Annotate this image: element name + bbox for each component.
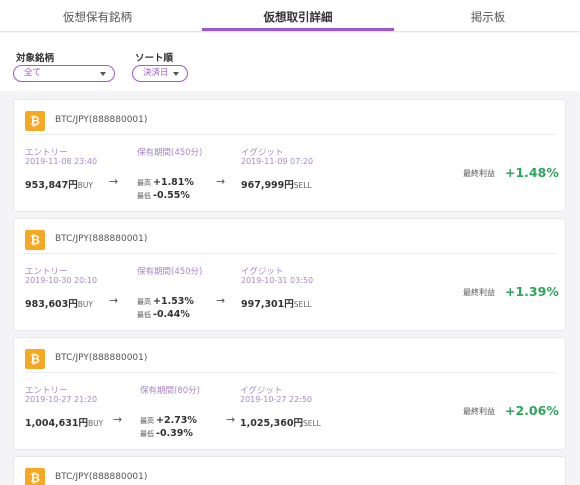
trade-card[interactable]: ₿ BTC/JPY(888880001) — [13, 456, 566, 485]
exit-date: 2019-10-31 03:50 — [241, 276, 314, 285]
entry-price: 953,847円BUY — [25, 180, 93, 191]
arrow-right-icon: → — [109, 294, 119, 307]
sort-filter-label: ソート順 — [135, 53, 174, 64]
entry-date: 2019-10-27 21:20 — [25, 395, 98, 404]
final-profit-value: +1.48% — [505, 165, 559, 180]
target-select-value: 全て — [24, 68, 42, 78]
entry-price: 1,004,631円BUY — [25, 418, 104, 429]
trade-card[interactable]: ₿ BTC/JPY(888880001) エントリー 2019-10-27 21… — [13, 337, 566, 450]
tab-board[interactable]: 掲示板 — [396, 0, 580, 32]
final-profit-value: +2.06% — [505, 403, 559, 418]
exit-date: 2019-10-27 22:50 — [240, 395, 313, 404]
trade-pair: BTC/JPY(888880001) — [55, 115, 148, 125]
trade-pair: BTC/JPY(888880001) — [55, 234, 148, 244]
sort-select[interactable]: 決済日 — [132, 65, 188, 82]
card-divider — [25, 134, 556, 135]
holding-period-label: 保有期間(450分) — [137, 148, 203, 158]
arrow-right-icon: → — [216, 294, 226, 307]
high-change: 最高 +1.53% — [137, 296, 194, 307]
card-divider — [25, 253, 556, 254]
entry-price: 983,603円BUY — [25, 299, 93, 310]
caret-down-icon — [100, 72, 106, 76]
entry-date: 2019-10-30 20:10 — [25, 276, 98, 285]
sort-select-value: 決済日 — [143, 68, 169, 78]
bitcoin-icon: ₿ — [25, 349, 45, 369]
filter-panel — [0, 33, 580, 91]
trade-card[interactable]: ₿ BTC/JPY(888880001) エントリー 2019-10-30 20… — [13, 218, 566, 331]
arrow-right-icon: → — [216, 175, 226, 188]
tab-holdings[interactable]: 仮想保有銘柄 — [0, 0, 195, 32]
card-divider — [25, 372, 556, 373]
target-filter-label: 対象銘柄 — [16, 53, 55, 64]
final-profit-label: 最終利益 — [463, 169, 495, 178]
arrow-right-icon: → — [109, 175, 119, 188]
active-tab-indicator — [202, 28, 394, 31]
low-change: 最低 -0.39% — [140, 428, 193, 439]
holding-period-label: 保有期間(80分) — [140, 386, 200, 396]
exit-price: 967,999円SELL — [241, 180, 312, 191]
holding-period-label: 保有期間(450分) — [137, 267, 203, 277]
trade-pair: BTC/JPY(888880001) — [55, 353, 148, 363]
exit-price: 997,301円SELL — [241, 299, 312, 310]
final-profit-value: +1.39% — [505, 284, 559, 299]
high-change: 最高 +1.81% — [137, 177, 194, 188]
exit-price: 1,025,360円SELL — [240, 418, 321, 429]
bitcoin-icon: ₿ — [25, 468, 45, 485]
target-select[interactable]: 全て — [13, 65, 115, 82]
bitcoin-icon: ₿ — [25, 111, 45, 131]
trade-card[interactable]: ₿ BTC/JPY(888880001) エントリー 2019-11-08 23… — [13, 99, 566, 212]
tab-bar: 仮想保有銘柄 仮想取引詳細 掲示板 — [0, 0, 580, 32]
high-change: 最高 +2.73% — [140, 415, 197, 426]
trade-pair: BTC/JPY(888880001) — [55, 472, 148, 482]
exit-date: 2019-11-09 07:20 — [241, 157, 314, 166]
final-profit-label: 最終利益 — [463, 407, 495, 416]
caret-down-icon — [173, 72, 179, 76]
final-profit-label: 最終利益 — [463, 288, 495, 297]
low-change: 最低 -0.44% — [137, 309, 190, 320]
low-change: 最低 -0.55% — [137, 190, 190, 201]
bitcoin-icon: ₿ — [25, 230, 45, 250]
arrow-right-icon: → — [113, 413, 123, 426]
arrow-right-icon: → — [226, 413, 236, 426]
entry-date: 2019-11-08 23:40 — [25, 157, 98, 166]
